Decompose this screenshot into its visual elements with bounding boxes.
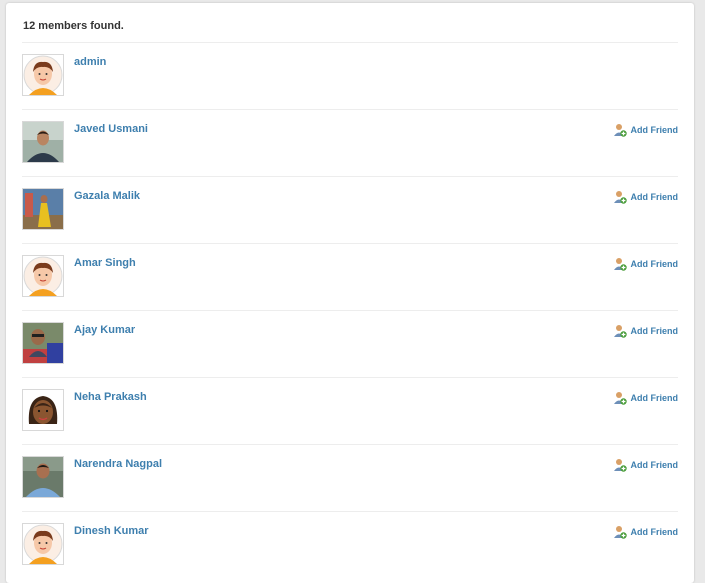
add-friend-button[interactable]: Add Friend	[613, 457, 679, 473]
member-name-amar-singh[interactable]: Amar Singh	[74, 257, 136, 269]
add-friend-label: Add Friend	[630, 259, 679, 269]
member-row: admin	[22, 42, 678, 110]
add-friend-label: Add Friend	[630, 326, 679, 336]
add-friend-label: Add Friend	[630, 460, 679, 470]
member-name-dinesh-kumar[interactable]: Dinesh Kumar	[74, 525, 149, 537]
add-friend-button[interactable]: Add Friend	[613, 323, 679, 339]
avatar[interactable]	[22, 121, 64, 163]
add-friend-icon	[613, 258, 627, 271]
add-friend-icon	[613, 191, 627, 204]
member-row: Javed Usmani Add Friend	[22, 109, 678, 177]
avatar[interactable]	[22, 456, 64, 498]
add-friend-label: Add Friend	[630, 393, 679, 403]
member-row: Gazala Malik Add Friend	[22, 176, 678, 244]
add-friend-button[interactable]: Add Friend	[613, 189, 679, 205]
avatar[interactable]	[22, 255, 64, 297]
add-friend-icon	[613, 325, 627, 338]
add-friend-label: Add Friend	[630, 527, 679, 537]
add-friend-label: Add Friend	[630, 192, 679, 202]
avatar[interactable]	[22, 54, 64, 96]
avatar[interactable]	[22, 389, 64, 431]
member-count: 12 members found.	[23, 20, 124, 32]
member-row: Ajay Kumar Add Friend	[22, 310, 678, 378]
add-friend-icon	[613, 526, 627, 539]
add-friend-icon	[613, 392, 627, 405]
member-name-admin[interactable]: admin	[74, 56, 106, 68]
members-panel: 12 members found. admin Javed Usmani Add…	[6, 3, 694, 583]
add-friend-button[interactable]: Add Friend	[613, 390, 679, 406]
avatar[interactable]	[22, 188, 64, 230]
avatar[interactable]	[22, 523, 64, 565]
add-friend-label: Add Friend	[630, 125, 679, 135]
add-friend-button[interactable]: Add Friend	[613, 256, 679, 272]
add-friend-icon	[613, 124, 627, 137]
member-name-ajay-kumar[interactable]: Ajay Kumar	[74, 324, 135, 336]
member-name-neha-prakash[interactable]: Neha Prakash	[74, 391, 147, 403]
member-row: Neha Prakash Add Friend	[22, 377, 678, 445]
member-row: Dinesh Kumar Add Friend	[22, 511, 678, 579]
add-friend-button[interactable]: Add Friend	[613, 524, 679, 540]
add-friend-button[interactable]: Add Friend	[613, 122, 679, 138]
member-name-gazala-malik[interactable]: Gazala Malik	[74, 190, 140, 202]
member-name-javed-usmani[interactable]: Javed Usmani	[74, 123, 148, 135]
add-friend-icon	[613, 459, 627, 472]
member-row: Amar Singh Add Friend	[22, 243, 678, 311]
member-name-narendra-nagpal[interactable]: Narendra Nagpal	[74, 458, 162, 470]
member-row: Narendra Nagpal Add Friend	[22, 444, 678, 512]
avatar[interactable]	[22, 322, 64, 364]
